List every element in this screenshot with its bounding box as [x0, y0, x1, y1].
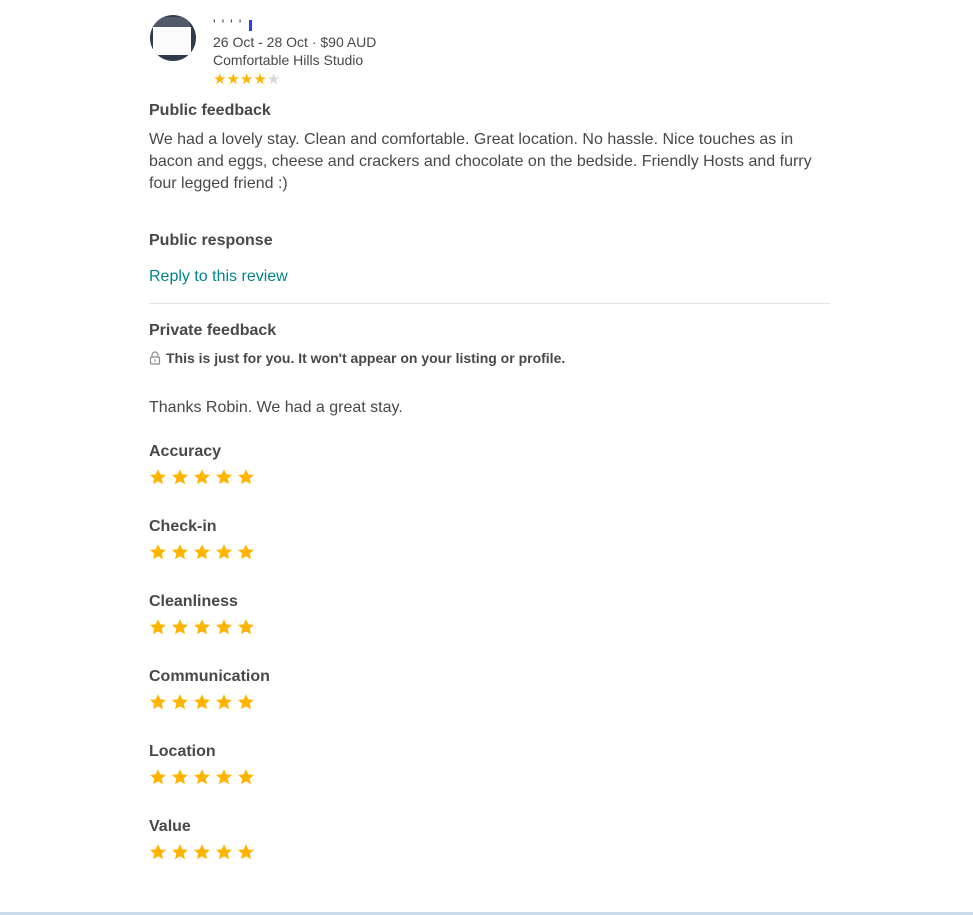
star-icon — [194, 619, 210, 635]
review-page: ' ' ' ' 26 Oct - 28 Oct · $90 AUD Comfor… — [0, 0, 973, 915]
category-stars — [149, 618, 830, 636]
category-label: Accuracy — [149, 443, 222, 460]
star-icon — [216, 619, 232, 635]
name-mark — [249, 19, 253, 31]
public-response-section: Public response Reply to this review — [149, 231, 830, 287]
lock-icon — [149, 351, 161, 365]
category-label: Check-in — [149, 518, 217, 535]
star-icon — [194, 844, 210, 860]
star-icon — [172, 844, 188, 860]
star-icon — [172, 619, 188, 635]
star-empty-icon: ★ — [266, 71, 281, 88]
avatar-redaction — [153, 27, 191, 55]
private-note-text: This is just for you. It won't appear on… — [166, 350, 566, 366]
star-icon — [194, 544, 210, 560]
star-icon — [150, 544, 166, 560]
star-icon — [216, 544, 232, 560]
divider — [149, 303, 830, 304]
star-icon — [238, 844, 254, 860]
star-icon — [172, 469, 188, 485]
star-icon — [238, 619, 254, 635]
category-label: Value — [149, 818, 191, 835]
category-accuracy: Accuracy — [149, 442, 830, 517]
star-filled-icon: ★ — [239, 71, 254, 88]
star-icon — [172, 694, 188, 710]
public-response-title: Public response — [149, 232, 273, 249]
overall-rating-stars: ★★★★★ — [213, 71, 376, 88]
public-feedback-text: We had a lovely stay. Clean and comforta… — [149, 131, 812, 192]
category-check-in: Check-in — [149, 517, 830, 592]
star-icon — [238, 544, 254, 560]
category-label: Cleanliness — [149, 593, 238, 610]
category-communication: Communication — [149, 667, 830, 742]
star-icon — [150, 694, 166, 710]
star-filled-icon: ★ — [226, 71, 240, 88]
star-icon — [150, 619, 166, 635]
star-filled-icon: ★ — [253, 71, 267, 88]
private-feedback-text: Thanks Robin. We had a great stay. — [149, 399, 403, 416]
review-meta: ' ' ' ' 26 Oct - 28 Oct · $90 AUD Comfor… — [213, 15, 377, 88]
reviewer-name[interactable]: ' ' ' ' — [213, 15, 376, 33]
avatar[interactable] — [150, 15, 196, 61]
category-cleanliness: Cleanliness — [149, 592, 830, 667]
star-icon — [216, 844, 232, 860]
category-stars — [149, 543, 830, 561]
private-feedback-title: Private feedback — [149, 322, 277, 339]
category-location: Location — [149, 742, 830, 817]
category-value: Value — [149, 817, 830, 892]
category-stars — [149, 693, 830, 711]
star-icon — [238, 469, 254, 485]
category-ratings: Accuracy Check-in Cleanliness Communication… — [149, 442, 830, 892]
star-icon — [216, 694, 232, 710]
star-icon — [238, 769, 254, 785]
reviewer-name-text: ' ' ' ' — [213, 16, 248, 32]
category-stars — [149, 468, 830, 486]
category-label: Communication — [149, 668, 270, 685]
category-stars — [149, 768, 830, 786]
star-icon — [194, 694, 210, 710]
star-icon — [216, 469, 232, 485]
star-icon — [216, 769, 232, 785]
category-label: Location — [149, 743, 216, 760]
category-stars — [149, 843, 830, 861]
public-feedback-title: Public feedback — [149, 102, 271, 119]
star-icon — [150, 844, 166, 860]
public-feedback-section: Public feedback We had a lovely stay. Cl… — [149, 101, 830, 195]
star-icon — [238, 694, 254, 710]
review-header: ' ' ' ' 26 Oct - 28 Oct · $90 AUD Comfor… — [150, 15, 830, 95]
listing-name: Comfortable Hills Studio — [213, 52, 364, 68]
reply-to-review-link[interactable]: Reply to this review — [149, 267, 288, 287]
star-icon — [172, 769, 188, 785]
star-icon — [150, 769, 166, 785]
private-feedback-section: Private feedback This is just for you. I… — [149, 321, 830, 419]
stay-dates: 26 Oct - 28 Oct · $90 AUD — [213, 34, 377, 50]
review-content: Public feedback We had a lovely stay. Cl… — [149, 101, 830, 892]
star-icon — [150, 469, 166, 485]
private-note: This is just for you. It won't appear on… — [149, 349, 830, 367]
star-filled-icon: ★ — [213, 71, 227, 88]
star-icon — [172, 544, 188, 560]
star-icon — [194, 769, 210, 785]
star-icon — [194, 469, 210, 485]
